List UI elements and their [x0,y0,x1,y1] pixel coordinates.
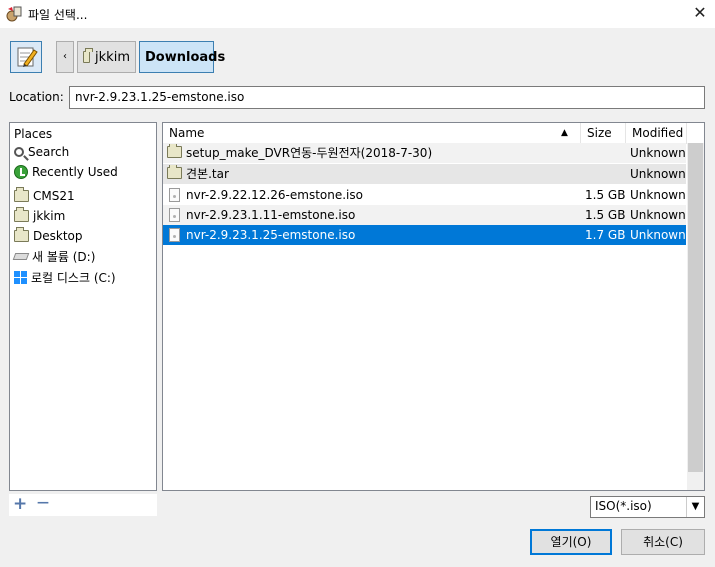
file-name: nvr-2.9.23.1.25-emstone.iso [186,228,356,242]
file-row[interactable]: 견본.tar Unknown [163,164,686,184]
file-list-header: Name ▲ Size Modified [163,123,704,144]
breadcrumb-jkkim[interactable]: jkkim [77,41,136,73]
cancel-button[interactable]: 취소(C) [621,529,705,555]
file-name: nvr-2.9.22.12.26-emstone.iso [186,188,363,202]
title-bar [0,0,715,28]
column-size[interactable]: Size [581,123,626,143]
file-modified: Unknown [630,188,686,202]
close-button[interactable]: ✕ [688,2,712,24]
chevron-down-icon[interactable]: ▼ [686,497,704,517]
folder-icon [14,207,29,222]
breadcrumb-label: jkkim [95,49,130,65]
column-modified[interactable]: Modified [626,123,687,143]
file-icon [169,228,180,242]
file-row[interactable]: setup_make_DVR연동-두원전자(2018-7-30) Unknown [163,143,686,163]
location-input[interactable]: nvr-2.9.23.1.25-emstone.iso [69,86,705,109]
places-item-drive-d[interactable]: 새 볼륨 (D:) [12,247,96,265]
folder-icon [167,144,182,158]
path-back-button[interactable]: ‹ [56,41,74,73]
file-modified: Unknown [630,167,686,181]
file-size: 1.7 GB [585,228,625,242]
add-place-icon[interactable]: + [13,494,27,514]
places-item-label: Recently Used [32,165,118,179]
scrollbar-thumb[interactable] [688,143,703,472]
folder-icon [167,165,182,179]
file-name: setup_make_DVR연동-두원전자(2018-7-30) [186,146,433,160]
file-list: Name ▲ Size Modified setup_make_DVR연동-두원… [162,122,705,491]
recent-icon [14,165,28,179]
file-icon [169,208,180,222]
window-title: 파일 선택... [28,8,88,22]
folder-icon [83,48,94,63]
places-item-cms21[interactable]: CMS21 [14,187,75,205]
places-item-label: jkkim [33,209,66,223]
places-item-desktop[interactable]: Desktop [14,227,83,245]
drive-icon [12,252,30,260]
breadcrumb-label: Downloads [145,49,226,65]
breadcrumb-downloads[interactable]: Downloads [139,41,225,73]
open-button[interactable]: 열기(O) [530,529,612,555]
places-item-recently-used[interactable]: Recently Used [14,163,118,181]
file-modified: Unknown [630,228,686,242]
file-row[interactable]: nvr-2.9.23.1.11-emstone.iso 1.5 GB Unkno… [163,205,686,225]
places-panel: Places Search Recently Used CMS21 jkkim … [9,122,157,491]
edit-location-button[interactable] [10,41,42,73]
file-size [585,143,625,163]
search-icon [14,147,24,157]
file-name: nvr-2.9.23.1.11-emstone.iso [186,208,356,222]
file-size: 1.5 GB [585,208,625,222]
places-footer: + — [9,494,157,516]
file-icon [169,188,180,202]
app-icon [6,5,24,23]
pencil-icon [17,47,38,67]
column-name[interactable]: Name ▲ [163,123,581,143]
file-size: 1.5 GB [585,188,625,202]
file-row[interactable]: nvr-2.9.22.12.26-emstone.iso 1.5 GB Unkn… [163,185,686,205]
folder-icon [14,187,29,202]
column-name-label: Name [169,126,205,140]
folder-icon [14,227,29,242]
file-modified: Unknown [630,146,686,160]
windows-drive-icon [14,270,27,284]
places-item-label: Desktop [33,229,83,243]
sort-ascending-icon: ▲ [561,128,568,138]
file-size [585,164,625,184]
places-item-drive-c[interactable]: 로컬 디스크 (C:) [14,268,116,286]
file-modified: Unknown [630,208,686,222]
places-item-label: Search [28,145,70,159]
places-item-search[interactable]: Search [14,143,69,161]
location-label: Location: [9,90,64,104]
places-item-label: 로컬 디스크 (C:) [31,270,116,285]
file-row-selected[interactable]: nvr-2.9.23.1.25-emstone.iso 1.7 GB Unkno… [163,225,686,245]
places-item-label: 새 볼륨 (D:) [32,249,96,264]
file-name: 견본.tar [186,167,229,181]
places-item-jkkim[interactable]: jkkim [14,207,65,225]
places-item-label: CMS21 [33,189,75,203]
places-header: Places [14,127,53,141]
remove-place-icon[interactable]: — [37,495,49,509]
